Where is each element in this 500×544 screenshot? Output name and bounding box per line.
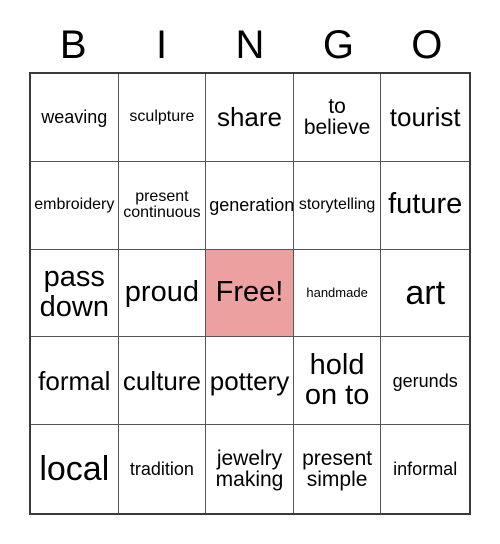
bingo-cell[interactable]: sculpture	[118, 74, 207, 162]
bingo-cell-label: jewelry making	[215, 446, 284, 492]
bingo-cell[interactable]: gerunds	[381, 337, 469, 426]
bingo-cell-label: gerunds	[392, 370, 458, 391]
bingo-cell[interactable]: tradition	[118, 425, 207, 513]
bingo-cell-label: storytelling	[298, 196, 376, 214]
bingo-cell[interactable]: share	[206, 74, 294, 162]
bingo-cell-label: present simple	[302, 446, 373, 492]
bingo-cell[interactable]: informal	[381, 425, 469, 513]
bingo-cell[interactable]: hold on to	[293, 337, 382, 426]
bingo-cell[interactable]: proud	[118, 249, 207, 338]
bingo-cell[interactable]: storytelling	[293, 161, 382, 250]
bingo-cell-label: embroidery	[34, 196, 115, 214]
bingo-cell-label: art	[405, 273, 446, 312]
bingo-cell-label: pass down	[39, 261, 109, 323]
bingo-cell-label: proud	[124, 276, 199, 309]
bingo-cell[interactable]: weaving	[31, 74, 119, 162]
bingo-cell-label: Free!	[215, 276, 284, 309]
bingo-cell-label: future	[388, 188, 463, 221]
header-letter-i: I	[156, 23, 168, 67]
bingo-cell[interactable]: formal	[31, 337, 119, 426]
bingo-cell-label: sculpture	[129, 108, 195, 126]
bingo-cell-label: present continuous	[123, 187, 201, 222]
bingo-cell-label: tourist	[389, 102, 461, 133]
bingo-cell[interactable]: present simple	[293, 425, 382, 513]
header-letter-g: G	[322, 23, 354, 67]
bingo-cell-label: culture	[122, 365, 201, 396]
bingo-cell-label: local	[39, 449, 110, 488]
bingo-header-row: B I N G O	[29, 18, 471, 72]
header-letter-b: B	[59, 23, 87, 67]
bingo-card: B I N G O weaving sculpture share to believ…	[0, 0, 500, 544]
bingo-cell-label: to believe	[303, 94, 371, 140]
bingo-cell[interactable]: future	[381, 161, 469, 250]
bingo-cell[interactable]: handmade	[293, 249, 382, 338]
header-letter-n: N	[235, 23, 265, 67]
bingo-cell-label: hold on to	[304, 349, 370, 411]
bingo-cell[interactable]: pass down	[31, 249, 119, 338]
bingo-cell[interactable]: present continuous	[118, 161, 207, 250]
bingo-cell-label: weaving	[41, 107, 108, 128]
bingo-cell-label: generation	[209, 195, 294, 216]
bingo-cell[interactable]: tourist	[381, 74, 469, 162]
bingo-free-space[interactable]: Free!	[206, 249, 294, 338]
bingo-cell-label: tradition	[129, 458, 194, 479]
bingo-cell-label: informal	[393, 458, 458, 479]
bingo-cell[interactable]: embroidery	[31, 161, 119, 250]
bingo-cell[interactable]: jewelry making	[206, 425, 294, 513]
bingo-cell[interactable]: local	[31, 425, 119, 513]
bingo-cell[interactable]: pottery	[206, 337, 294, 426]
bingo-cell-label: share	[216, 102, 283, 133]
bingo-cell[interactable]: generation	[206, 161, 294, 250]
bingo-cell-label: pottery	[209, 365, 290, 396]
bingo-cell[interactable]: to believe	[293, 74, 382, 162]
bingo-cell[interactable]: art	[381, 249, 469, 338]
header-letter-o: O	[411, 23, 443, 67]
bingo-cell[interactable]: culture	[118, 337, 207, 426]
bingo-cell-label: handmade	[306, 285, 368, 301]
bingo-grid: weaving sculpture share to believe tourist em…	[29, 72, 471, 515]
bingo-cell-label: formal	[38, 365, 111, 396]
